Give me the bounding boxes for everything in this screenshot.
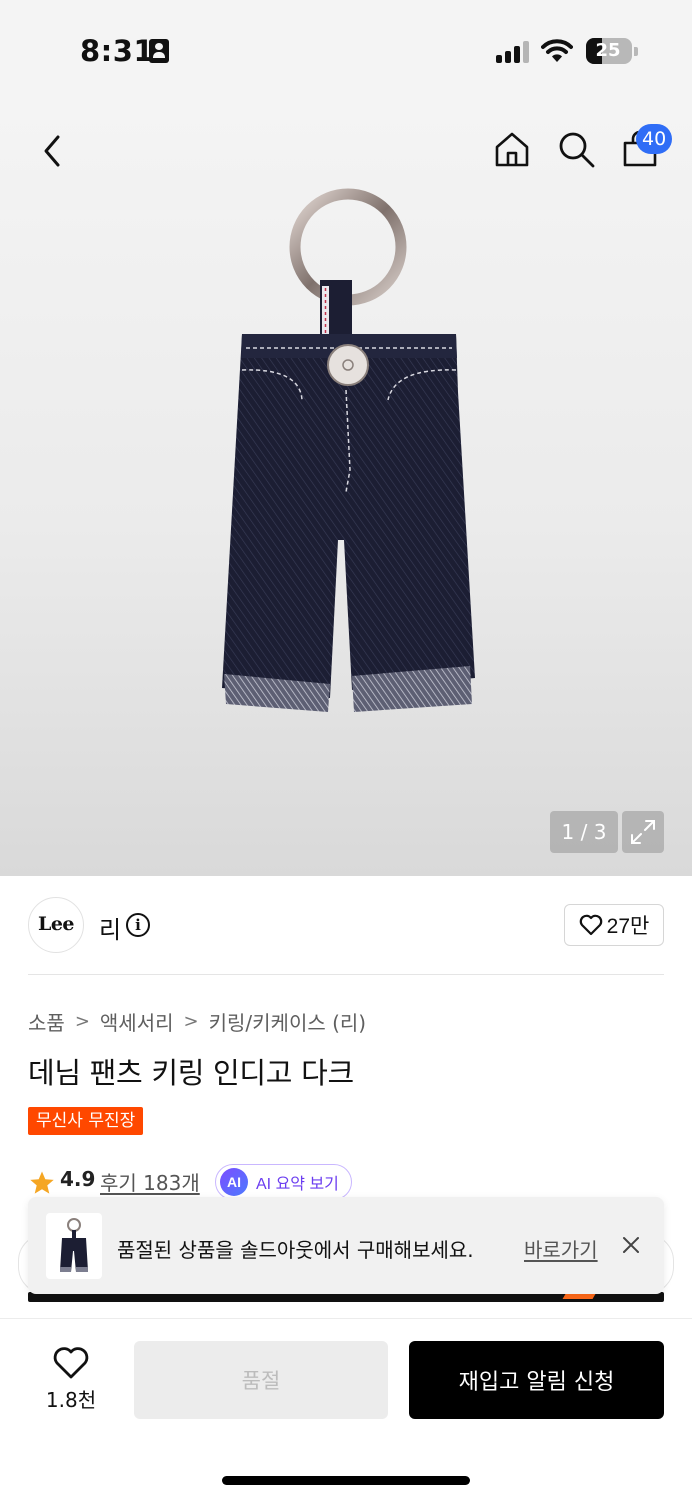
toast-go-link[interactable]: 바로가기 [524,1234,598,1263]
ai-summary-label: AI 요약 보기 [256,1176,339,1193]
brand-like-button[interactable]: 27만 [564,904,664,946]
home-indicator [222,1476,470,1485]
brand-info-icon[interactable]: i [126,913,150,937]
id-card-icon [149,39,169,63]
home-icon [495,132,529,166]
chevron-right-icon: > [183,1011,199,1032]
breadcrumb-item[interactable]: 액세서리 [100,1007,174,1036]
soldout-button[interactable]: 품절 [134,1341,388,1419]
back-button[interactable] [34,130,70,174]
gallery-pager: 1 / 3 [550,811,618,853]
search-icon [559,132,595,167]
heart-outline-icon [53,1347,89,1379]
search-button[interactable] [554,128,598,172]
soldout-toast: 품절된 상품을 솔드아웃에서 구매해보세요. 바로가기 [28,1197,664,1294]
keyring-thumbnail-image [60,1218,88,1272]
ai-summary-button[interactable]: AI AI 요약 보기 [215,1164,352,1200]
battery-icon: 25 [586,38,632,64]
product-title: 데님 팬츠 키링 인디고 다크 [28,1056,354,1090]
star-icon [30,1171,54,1194]
toast-message: 품절된 상품을 솔드아웃에서 구매해보세요. [117,1238,474,1262]
expand-icon [631,820,655,844]
expand-image-button[interactable] [622,811,664,853]
breadcrumb: 소품 > 액세서리 > 키링/키케이스 (리) [28,1007,366,1036]
home-button[interactable] [490,128,534,172]
breadcrumb-item[interactable]: 키링/키케이스 (리) [209,1007,367,1036]
toast-close-button[interactable] [618,1233,644,1259]
toast-product-thumbnail [46,1213,102,1279]
exclusive-badge: 무신사 무진장 [28,1107,144,1135]
status-bar: 8:31 25 [0,0,692,100]
product-image-gallery[interactable] [0,100,692,876]
cellular-signal-icon [496,41,532,63]
cart-count-badge: 40 [636,124,673,154]
breadcrumb-item[interactable]: 소품 [28,1007,65,1036]
divider [28,974,664,975]
heart-outline-icon [579,914,602,936]
wishlist-count: 1.8천 [45,1388,97,1412]
battery-level: 25 [595,40,621,61]
rating-score: 4.9 [60,1167,96,1191]
product-image [222,188,475,712]
status-time: 8:31 [80,34,155,68]
ai-icon: AI [220,1168,248,1196]
wifi-icon [541,39,573,62]
brand-logo[interactable]: Lee [28,897,84,953]
reviews-link[interactable]: 후기 183개 [100,1167,200,1196]
back-icon [44,135,60,166]
brand-like-count: 27만 [606,915,650,938]
restock-alert-button[interactable]: 재입고 알림 신청 [409,1341,664,1419]
chevron-right-icon: > [74,1011,90,1032]
brand-name[interactable]: 리 [99,910,121,945]
close-icon [623,1236,639,1253]
